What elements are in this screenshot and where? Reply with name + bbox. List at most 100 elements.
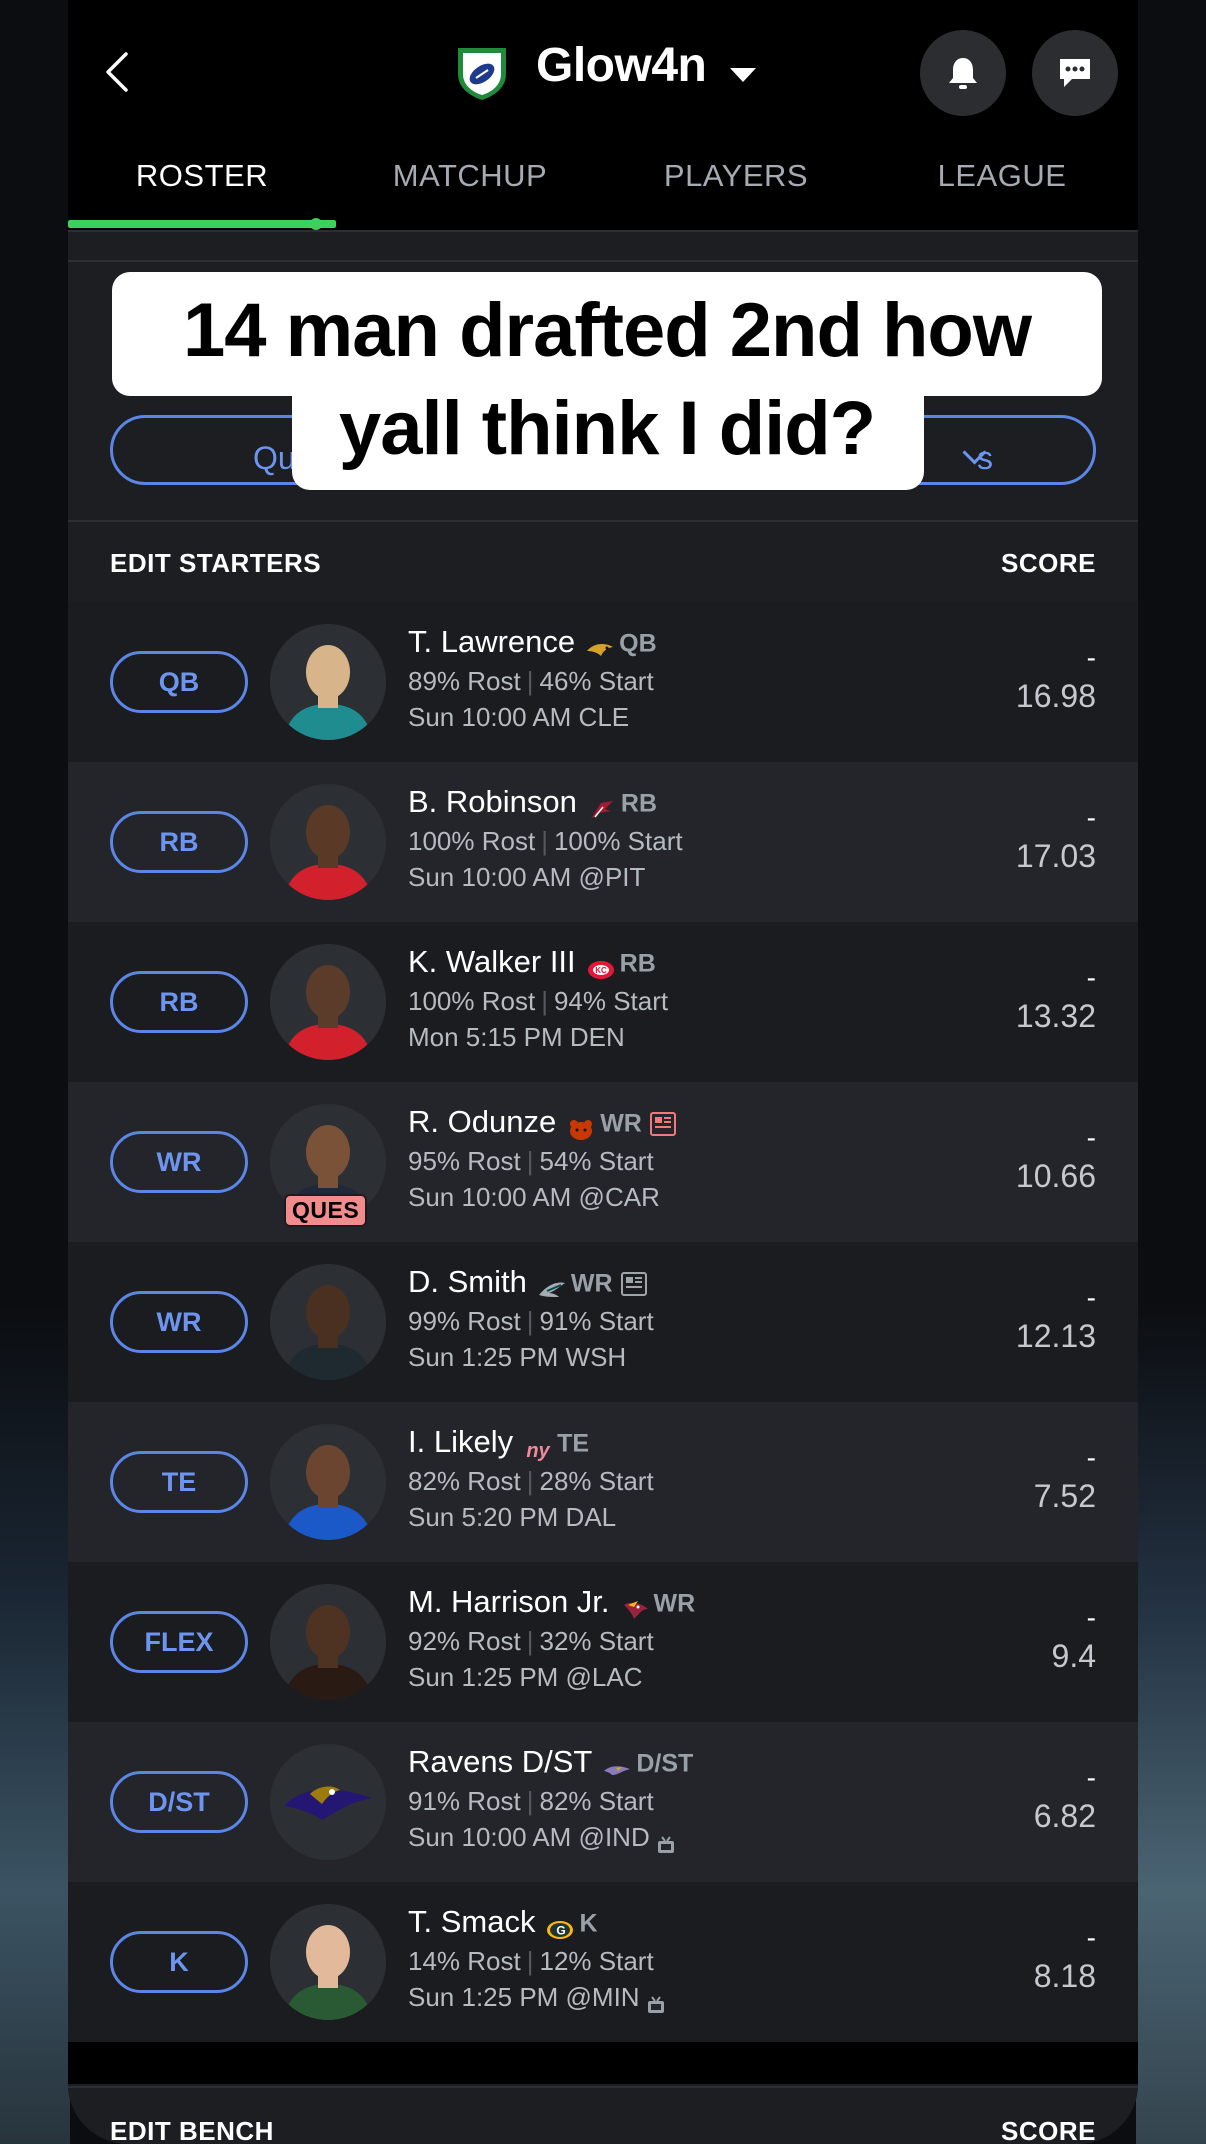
separator: | [526, 1626, 534, 1656]
player-name[interactable]: K. Walker III [408, 944, 576, 979]
team-name[interactable]: Glow4n [536, 38, 707, 93]
giants-logo-icon: ny [523, 1433, 553, 1462]
game-info: Sun 1:25 PM WSH [408, 1342, 627, 1372]
tab-bar: ROSTER MATCHUP PLAYERS LEAGUE [68, 150, 1138, 230]
roster-row[interactable]: RB B. Robinson RB 100% Rost | 100% Start Sun … [68, 762, 1138, 922]
player-name[interactable]: R. Odunze [408, 1104, 556, 1139]
player-score: 16.98 [1015, 678, 1096, 714]
packers-logo-icon: G [545, 1913, 575, 1939]
roster-percent: 92% Rost [408, 1626, 521, 1656]
start-percent: 46% Start [539, 666, 654, 696]
roster-percent: 100% Rost [408, 986, 536, 1016]
position-flex-slot-button[interactable]: FLEX [110, 1611, 248, 1673]
player-avatar[interactable] [270, 944, 386, 1060]
notifications-button[interactable] [920, 30, 1006, 116]
projection-dash: - [1086, 642, 1096, 673]
separator: | [541, 986, 548, 1016]
position-rb-slot-button[interactable]: RB [110, 971, 248, 1033]
game-info: Sun 10:00 AM CLE [408, 702, 630, 732]
section-gap [68, 2042, 1138, 2084]
roster-row[interactable]: WR QUES R. Odunze WR 95% Rost | 54% Start Sun … [68, 1082, 1138, 1242]
roster-row[interactable]: D/ST Ravens D/ST D/ST 91% Rost | 82% Start Su… [68, 1722, 1138, 1882]
starters-header: EDIT STARTERS SCORE [68, 520, 1138, 604]
tab-league[interactable]: LEAGUE [868, 158, 1136, 194]
roster-row[interactable]: RB K. Walker III KC RB 100% Rost | 94% Start M… [68, 922, 1138, 1082]
player-position: WR [653, 1589, 696, 1618]
player-avatar[interactable] [270, 624, 386, 740]
roster-percent: 14% Rost [408, 1946, 521, 1976]
player-name[interactable]: T. Lawrence [408, 624, 575, 659]
separator: | [526, 666, 534, 696]
caption-line-2: yall think I did? [338, 386, 876, 471]
game-info: Sun 10:00 AM @CAR [408, 1182, 660, 1212]
questionable-status-badge: QUES [284, 1194, 368, 1227]
player-avatar[interactable] [270, 784, 386, 900]
player-score: 7.52 [1033, 1478, 1096, 1514]
news-icon[interactable] [620, 1271, 647, 1296]
background-blur-right [1136, 1300, 1206, 2144]
player-name[interactable]: Ravens D/ST [408, 1744, 592, 1779]
football-shield-logo-icon [458, 48, 506, 100]
game-info: Sun 10:00 AM @PIT [408, 862, 646, 892]
roster-row[interactable]: TE I. Likely ny TE 82% Rost | 28% Start Sun 5:… [68, 1402, 1138, 1562]
player-name[interactable]: I. Likely [408, 1424, 513, 1459]
player-position: WR [570, 1269, 613, 1298]
player-score: 10.66 [1015, 1158, 1096, 1194]
position-qb-slot-button[interactable]: QB [110, 651, 248, 713]
video-caption: 14 man drafted 2nd how yall think I did? [112, 282, 1102, 478]
player-avatar[interactable] [270, 1744, 386, 1860]
start-percent: 32% Start [539, 1626, 654, 1656]
edit-bench-link[interactable]: EDIT BENCH [110, 2116, 274, 2144]
player-position: QB [619, 629, 657, 658]
roster-content: Qu s EDIT STARTERS SCORE QB T. Lawrence Q… [68, 230, 1138, 2144]
player-name[interactable]: T. Smack [408, 1904, 535, 1939]
tv-icon [656, 1830, 676, 1854]
chat-bubble-icon [1060, 59, 1090, 87]
player-score: 9.4 [1051, 1638, 1096, 1674]
player-name[interactable]: B. Robinson [408, 784, 577, 819]
position-rb-slot-button[interactable]: RB [110, 811, 248, 873]
roster-row[interactable]: QB T. Lawrence QB 89% Rost | 46% Start Sun 10… [68, 602, 1138, 762]
score-column-header: SCORE [1001, 548, 1096, 578]
position-wr-slot-button[interactable]: WR [110, 1131, 248, 1193]
position-k-slot-button[interactable]: K [110, 1931, 248, 1993]
position-te-slot-button[interactable]: TE [110, 1451, 248, 1513]
roster-percent: 100% Rost [408, 826, 536, 856]
projection-dash: - [1086, 1602, 1096, 1633]
start-percent: 12% Start [539, 1946, 654, 1976]
player-name[interactable]: M. Harrison Jr. [408, 1584, 610, 1619]
position-wr-slot-button[interactable]: WR [110, 1291, 248, 1353]
active-tab-indicator [68, 220, 336, 228]
roster-row[interactable]: WR D. Smith WR 99% Rost | 91% Start Sun 1:25 … [68, 1242, 1138, 1402]
start-percent: 54% Start [539, 1146, 654, 1176]
edit-starters-link[interactable]: EDIT STARTERS [110, 548, 321, 579]
bench-score-header: SCORE [1001, 2116, 1096, 2144]
separator: | [526, 1786, 534, 1816]
game-info: Sun 5:20 PM DAL [408, 1502, 617, 1532]
tab-roster[interactable]: ROSTER [68, 158, 336, 194]
jaguars-logo-icon [585, 633, 615, 656]
tab-players[interactable]: PLAYERS [602, 158, 870, 194]
player-avatar[interactable] [270, 1584, 386, 1700]
svg-text:G: G [557, 1923, 566, 1937]
svg-text:KC: KC [595, 966, 607, 975]
news-icon[interactable] [649, 1111, 676, 1136]
player-avatar[interactable] [270, 1904, 386, 2020]
player-avatar[interactable] [270, 1424, 386, 1540]
player-avatar[interactable] [270, 1264, 386, 1380]
top-bar: Glow4n [68, 0, 1138, 150]
bell-icon [949, 58, 977, 89]
player-position: RB [620, 789, 657, 818]
start-percent: 100% Start [553, 826, 683, 856]
roster-row[interactable]: K T. Smack G K 14% Rost | 12% Start Sun 1:25 P… [68, 1882, 1138, 2042]
messages-button[interactable] [1032, 30, 1118, 116]
tab-matchup[interactable]: MATCHUP [336, 158, 604, 194]
caret-down-icon[interactable] [730, 68, 756, 82]
player-name[interactable]: D. Smith [408, 1264, 527, 1299]
position-dst-slot-button[interactable]: D/ST [110, 1771, 248, 1833]
roster-row[interactable]: FLEX M. Harrison Jr. WR 92% Rost | 32% Start… [68, 1562, 1138, 1722]
projection-dash: - [1086, 1762, 1096, 1793]
player-position: WR [600, 1109, 642, 1138]
chevron-left-icon[interactable] [98, 50, 138, 94]
caption-line-1: 14 man drafted 2nd how [183, 288, 1032, 373]
